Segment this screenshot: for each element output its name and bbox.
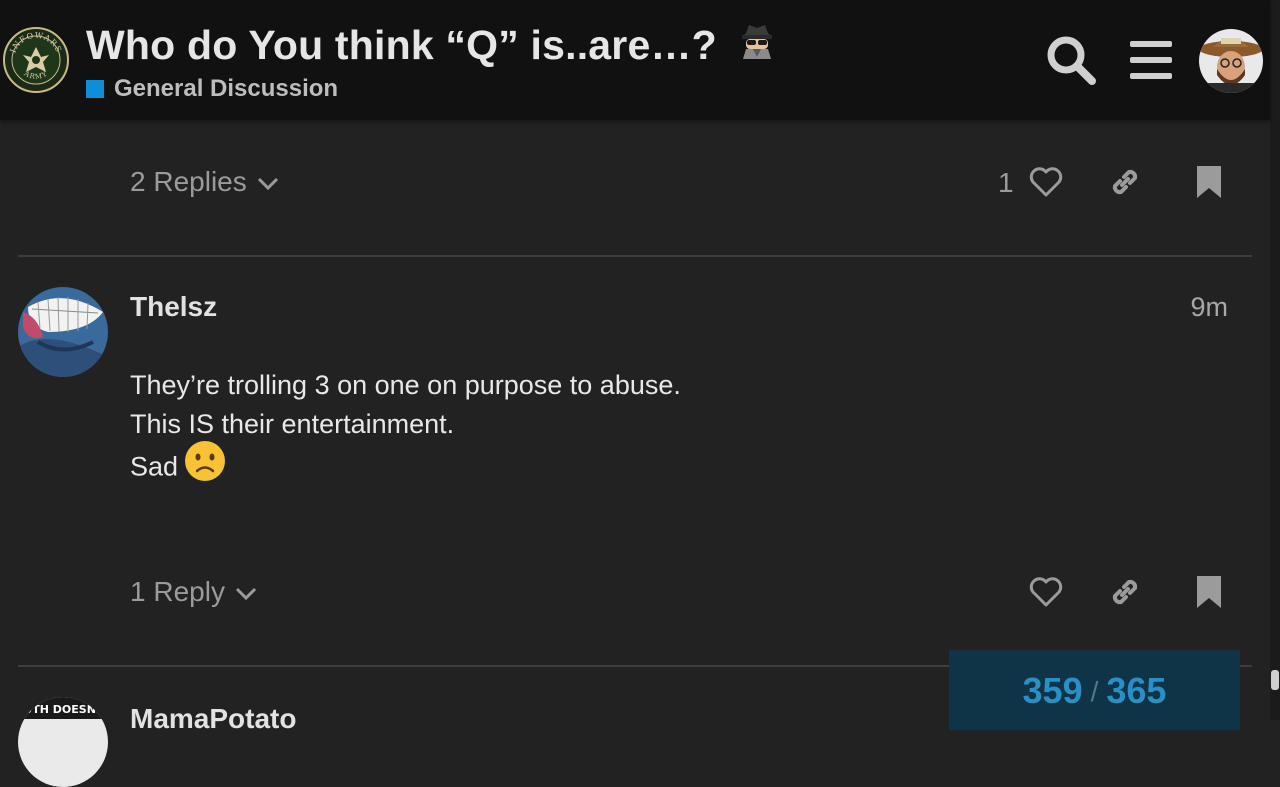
link-icon xyxy=(1112,169,1138,195)
user-avatar[interactable] xyxy=(18,287,108,377)
site-logo[interactable]: INFOWARS ARMY xyxy=(3,27,69,93)
category-label[interactable]: General Discussion xyxy=(114,75,338,103)
chevron-down-icon xyxy=(235,587,256,601)
share-link-button[interactable] xyxy=(1105,162,1145,202)
post-body: They’re trolling 3 on one on purpose to … xyxy=(130,366,681,493)
avatar-caption: TRUTH DOESN'T C xyxy=(18,703,108,716)
site-header: INFOWARS ARMY Who do You think “Q” is..a… xyxy=(0,0,1270,120)
heart-icon xyxy=(1029,577,1063,607)
search-button[interactable] xyxy=(1043,32,1099,88)
post-timestamp[interactable]: 9m xyxy=(1190,292,1228,323)
category-badge[interactable]: General Discussion xyxy=(86,75,338,103)
like-button[interactable] xyxy=(1026,572,1066,612)
post-line: Sad xyxy=(130,441,681,493)
post-divider xyxy=(18,255,1252,257)
progress-total: 365 xyxy=(1106,670,1167,711)
heart-icon xyxy=(1029,167,1063,197)
like-count[interactable]: 1 xyxy=(998,167,1014,199)
post-line: This IS their entertainment. xyxy=(130,409,455,439)
replies-label[interactable]: 2 Replies xyxy=(130,166,247,198)
detective-icon xyxy=(738,21,776,69)
scrollbar[interactable] xyxy=(1270,0,1280,720)
post-line-text: Sad xyxy=(130,451,179,482)
bookmark-button[interactable] xyxy=(1189,162,1229,202)
replies-toggle[interactable]: 2 Replies xyxy=(130,152,279,212)
post-controls: 2 Replies 1 xyxy=(130,152,1230,212)
like-button[interactable] xyxy=(1026,162,1066,202)
bookmark-icon xyxy=(1197,166,1221,198)
post-line: They’re trolling 3 on one on purpose to … xyxy=(130,370,681,400)
replies-label[interactable]: 1 Reply xyxy=(130,576,225,608)
post-username[interactable]: Thelsz xyxy=(130,291,217,323)
search-icon xyxy=(1047,36,1096,85)
bookmark-button[interactable] xyxy=(1189,572,1229,612)
post-controls: 1 Reply xyxy=(130,562,1230,622)
bookmark-icon xyxy=(1197,576,1221,608)
hamburger-menu-button[interactable] xyxy=(1123,32,1179,88)
hamburger-icon xyxy=(1130,41,1172,79)
category-color-swatch xyxy=(86,80,104,98)
frowning-face-icon xyxy=(184,440,226,493)
topic-title[interactable]: Who do You think “Q” is..are…? xyxy=(86,22,776,69)
post-username[interactable]: MamaPotato xyxy=(130,703,296,735)
progress-separator: / xyxy=(1090,676,1099,707)
scrollbar-thumb[interactable] xyxy=(1271,670,1279,690)
link-icon xyxy=(1112,579,1138,605)
topic-title-text[interactable]: Who do You think “Q” is..are…? xyxy=(86,22,717,68)
current-user-avatar[interactable] xyxy=(1199,29,1263,93)
user-avatar[interactable]: TRUTH DOESN'T C xyxy=(18,697,108,787)
replies-toggle[interactable]: 1 Reply xyxy=(130,562,257,622)
timeline-progress[interactable]: 359 / 365 xyxy=(949,650,1240,730)
progress-current: 359 xyxy=(1022,670,1083,711)
share-link-button[interactable] xyxy=(1105,572,1145,612)
chevron-down-icon xyxy=(257,177,278,191)
